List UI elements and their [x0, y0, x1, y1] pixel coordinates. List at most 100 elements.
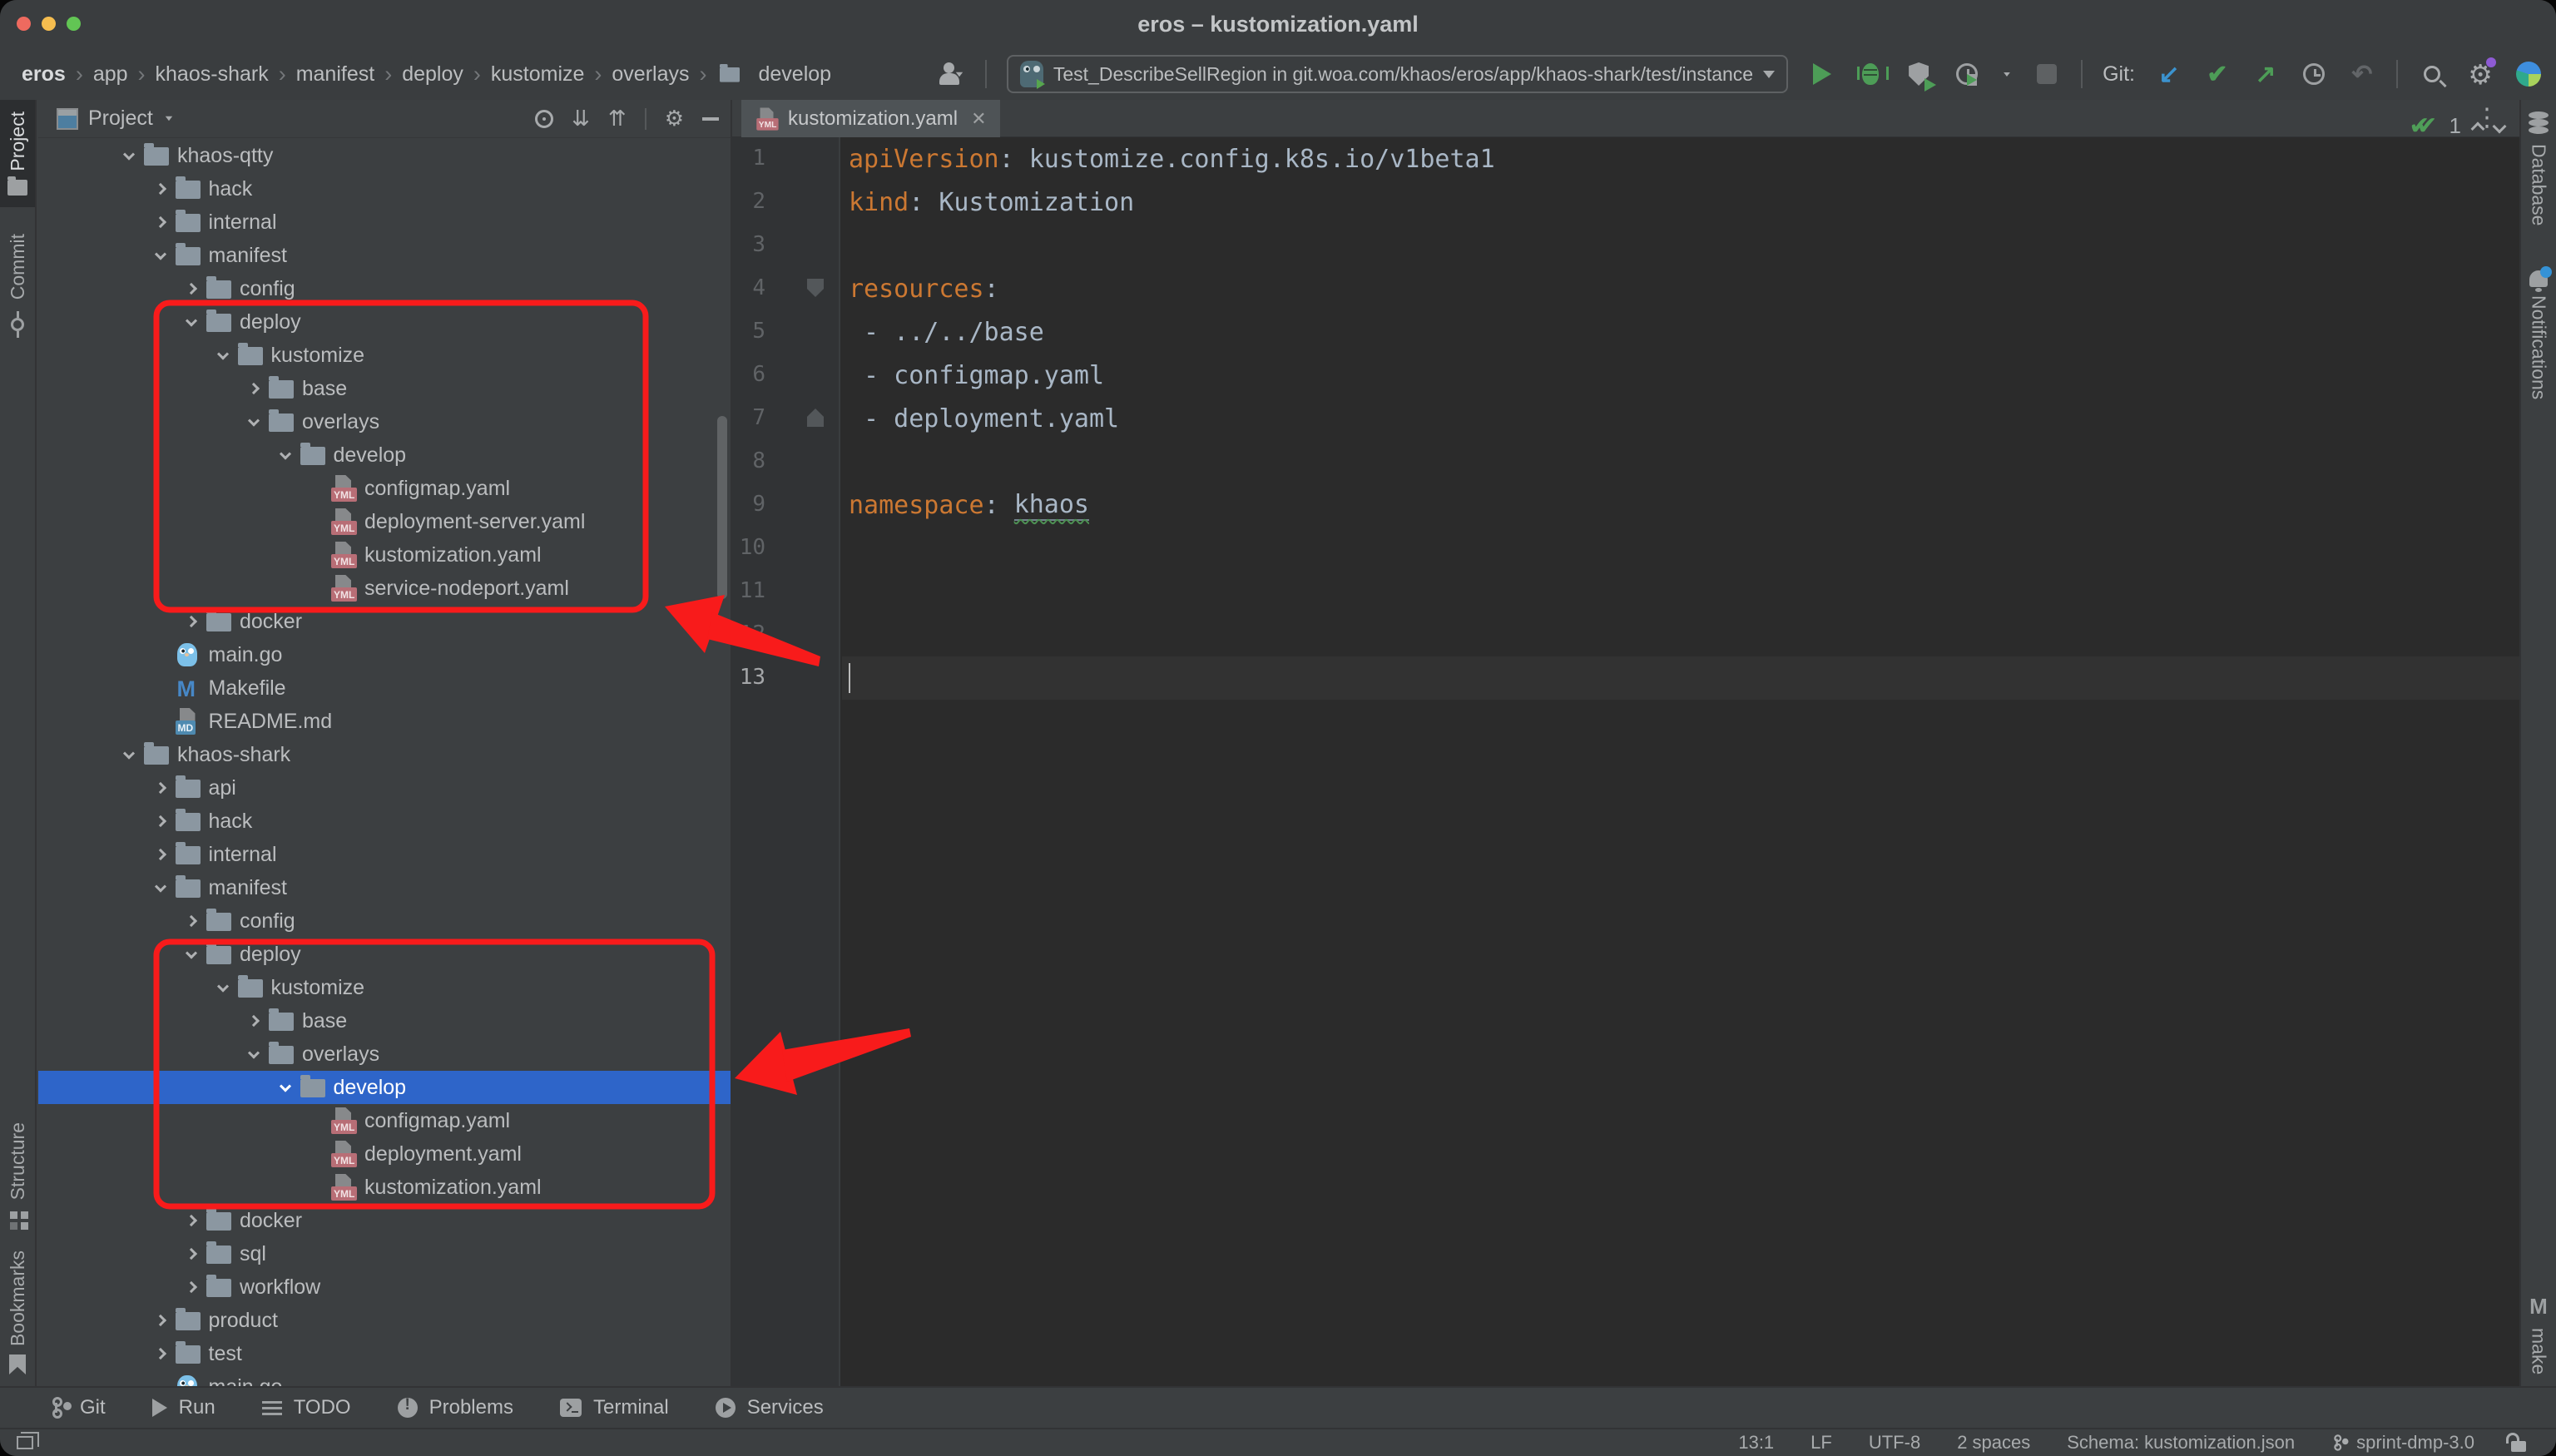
- prev-problem-icon[interactable]: [2471, 121, 2485, 136]
- chevron-right-icon[interactable]: [146, 784, 176, 792]
- tree-row[interactable]: MMakefile: [38, 671, 731, 705]
- status-item-lock[interactable]: [2511, 1434, 2526, 1452]
- project-panel-title[interactable]: Project: [88, 106, 153, 131]
- chevron-down-icon[interactable]: [208, 983, 238, 992]
- chevron-down-icon[interactable]: [176, 950, 206, 958]
- tree-row[interactable]: develop: [38, 1071, 731, 1104]
- locate-file-icon[interactable]: [535, 110, 553, 128]
- tree-row[interactable]: internal: [38, 206, 731, 239]
- run-configuration-select[interactable]: Test_DescribeSellRegion in git.woa.com/k…: [1007, 55, 1788, 93]
- tree-row[interactable]: develop: [38, 438, 731, 472]
- tree-row[interactable]: deploy: [38, 938, 731, 971]
- chevron-down-icon[interactable]: [146, 251, 176, 260]
- code-with-me-button[interactable]: [2514, 60, 2543, 88]
- toolwindow-button-run[interactable]: Run: [152, 1396, 215, 1419]
- chevron-down-icon[interactable]: [270, 451, 300, 459]
- code-area[interactable]: apiVersion: kustomize.config.k8s.io/v1be…: [842, 137, 2519, 1386]
- chevron-right-icon[interactable]: [146, 185, 176, 193]
- chevron-right-icon[interactable]: [146, 817, 176, 825]
- profiler-button[interactable]: [1953, 60, 1981, 88]
- tree-row[interactable]: YMLconfigmap.yaml: [38, 472, 731, 505]
- tree-row[interactable]: YMLservice-nodeport.yaml: [38, 572, 731, 605]
- chevron-right-icon[interactable]: [176, 285, 206, 293]
- chevron-down-icon[interactable]: [239, 418, 269, 426]
- git-push-button[interactable]: ↗: [2251, 60, 2280, 88]
- status-item-13-1[interactable]: 13:1: [1738, 1432, 1774, 1454]
- tree-row[interactable]: overlays: [38, 405, 731, 438]
- breadcrumb-item-eros[interactable]: eros: [22, 62, 66, 87]
- tree-row[interactable]: overlays: [38, 1038, 731, 1071]
- breadcrumb-item-manifest[interactable]: manifest: [296, 62, 374, 87]
- status-item-sprint-dmp-3-0[interactable]: sprint-dmp-3.0: [2331, 1432, 2474, 1454]
- panel-divider[interactable]: [731, 100, 732, 1386]
- tree-row[interactable]: YMLdeployment.yaml: [38, 1137, 731, 1171]
- expand-all-icon[interactable]: ⇊: [572, 106, 590, 131]
- search-everywhere-button[interactable]: [2418, 60, 2446, 88]
- tree-row[interactable]: config: [38, 272, 731, 305]
- fold-marker-icon[interactable]: [807, 279, 824, 297]
- chevron-down-icon[interactable]: [2004, 72, 2010, 77]
- debug-button[interactable]: [1856, 60, 1885, 88]
- chevron-down-icon[interactable]: [114, 151, 144, 160]
- settings-button[interactable]: ⚙: [2466, 60, 2494, 88]
- chevron-down-icon[interactable]: [239, 1050, 269, 1058]
- sidebar-item-bookmarks[interactable]: Bookmarks: [0, 1239, 35, 1386]
- chevron-right-icon[interactable]: [239, 384, 269, 393]
- sidebar-item-commit[interactable]: Commit: [0, 222, 35, 343]
- close-icon[interactable]: ✕: [971, 108, 986, 130]
- tree-row[interactable]: main.go: [38, 1370, 731, 1386]
- sidebar-item-structure[interactable]: Structure: [0, 1111, 35, 1239]
- tree-row[interactable]: hack: [38, 805, 731, 838]
- run-with-coverage-button[interactable]: [1905, 60, 1933, 88]
- history-button[interactable]: [2300, 60, 2328, 88]
- tree-row[interactable]: workflow: [38, 1270, 731, 1304]
- hide-panel-icon[interactable]: [702, 117, 719, 121]
- tree-row[interactable]: YMLkustomization.yaml: [38, 538, 731, 572]
- run-button[interactable]: [1808, 60, 1836, 88]
- toolwindow-button-terminal[interactable]: Terminal: [560, 1396, 669, 1419]
- sidebar-item-database[interactable]: Database: [2521, 100, 2556, 237]
- tree-row[interactable]: manifest: [38, 871, 731, 904]
- tree-row[interactable]: config: [38, 904, 731, 938]
- breadcrumb-item-app[interactable]: app: [93, 62, 128, 87]
- sidebar-item-project[interactable]: Project: [0, 100, 35, 207]
- chevron-right-icon[interactable]: [176, 1250, 206, 1258]
- chevron-right-icon[interactable]: [146, 218, 176, 226]
- sidebar-item-make[interactable]: M make: [2521, 1282, 2556, 1386]
- chevron-down-icon[interactable]: [146, 884, 176, 892]
- status-item-lf[interactable]: LF: [1810, 1432, 1832, 1454]
- tree-row[interactable]: YMLkustomization.yaml: [38, 1171, 731, 1204]
- toolwindow-button-services[interactable]: Services: [716, 1396, 824, 1419]
- tree-row[interactable]: base: [38, 1004, 731, 1038]
- status-item-2-spaces[interactable]: 2 spaces: [1957, 1432, 2030, 1454]
- next-problem-icon[interactable]: [2493, 119, 2507, 133]
- tree-row[interactable]: khaos-qtty: [38, 139, 731, 172]
- chevron-down-icon[interactable]: [166, 116, 172, 121]
- tree-row[interactable]: kustomize: [38, 971, 731, 1004]
- tree-row[interactable]: YMLconfigmap.yaml: [38, 1104, 731, 1137]
- breadcrumb-item-deploy[interactable]: deploy: [402, 62, 463, 87]
- breadcrumb-item-kustomize[interactable]: kustomize: [491, 62, 585, 87]
- git-commit-button[interactable]: ✔: [2203, 60, 2232, 88]
- chevron-right-icon[interactable]: [176, 617, 206, 626]
- tree-row[interactable]: main.go: [38, 638, 731, 671]
- breadcrumb-item-overlays[interactable]: overlays: [612, 62, 689, 87]
- status-item-schema-kustomization-json[interactable]: Schema: kustomization.json: [2067, 1432, 2295, 1454]
- tree-row[interactable]: test: [38, 1337, 731, 1370]
- tree-row[interactable]: base: [38, 372, 731, 405]
- toolwindow-button-problems[interactable]: Problems: [398, 1396, 513, 1419]
- chevron-down-icon[interactable]: [176, 318, 206, 326]
- breadcrumb-item-develop[interactable]: develop: [759, 62, 832, 87]
- tree-scrollbar[interactable]: [717, 416, 727, 599]
- tree-row[interactable]: YMLdeployment-server.yaml: [38, 505, 731, 538]
- chevron-down-icon[interactable]: [208, 351, 238, 359]
- tree-row[interactable]: product: [38, 1304, 731, 1337]
- tree-row[interactable]: internal: [38, 838, 731, 871]
- tree-row[interactable]: MDREADME.md: [38, 705, 731, 738]
- sidebar-item-notifications[interactable]: Notifications: [2521, 259, 2556, 411]
- toolwindow-button-git[interactable]: Git: [52, 1396, 106, 1419]
- chevron-right-icon[interactable]: [239, 1017, 269, 1025]
- tree-row[interactable]: hack: [38, 172, 731, 206]
- tool-window-switcher-icon[interactable]: [17, 1436, 33, 1449]
- tree-row[interactable]: deploy: [38, 305, 731, 339]
